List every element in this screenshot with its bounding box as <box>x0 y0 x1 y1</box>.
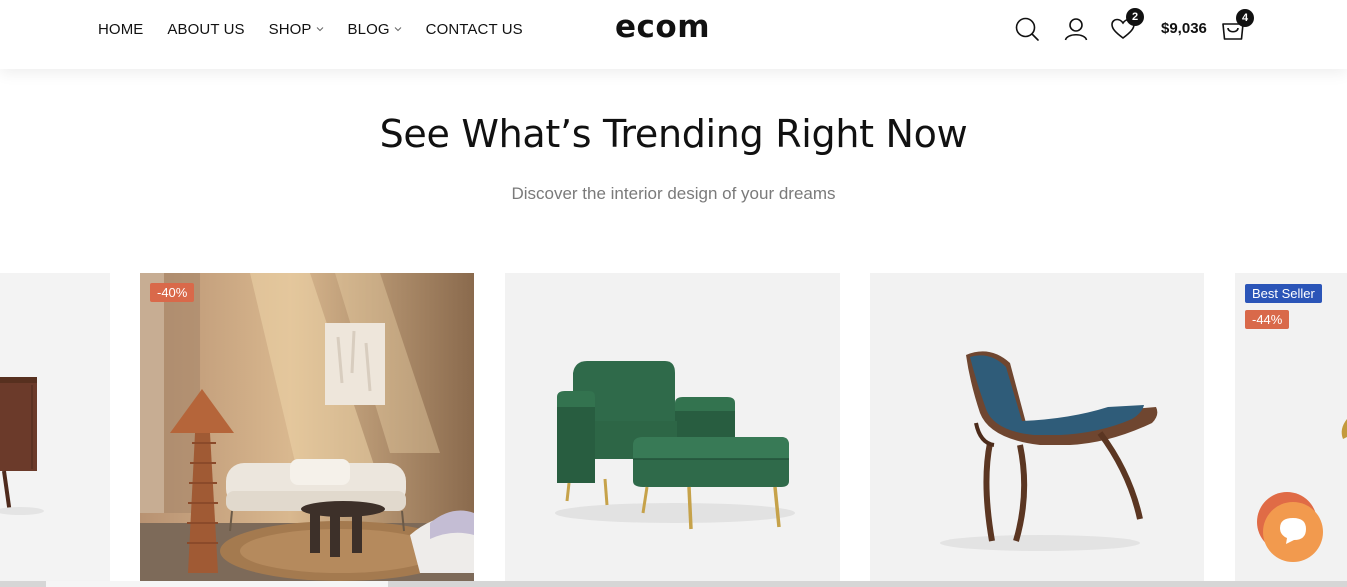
nav-home-label: HOME <box>98 20 144 38</box>
carousel-scrollbar-thumb[interactable] <box>46 581 388 587</box>
chevron-down-icon <box>316 27 323 32</box>
section-title: See What’s Trending Right Now <box>379 112 968 156</box>
cart-count-badge: 4 <box>1236 9 1254 27</box>
best-seller-badge: Best Seller <box>1245 284 1322 303</box>
main-nav: HOME ABOUT US SHOP BLOG CONTACT US <box>98 0 547 58</box>
nav-contact-label: CONTACT US <box>425 20 523 38</box>
nav-blog[interactable]: BLOG <box>348 21 402 38</box>
product-card[interactable] <box>505 273 840 587</box>
nav-shop-label: SHOP <box>268 20 312 38</box>
discount-badge: -40% <box>150 283 195 302</box>
wishlist-count-badge: 2 <box>1126 8 1144 26</box>
nav-home[interactable]: HOME <box>98 21 143 38</box>
product-image <box>505 273 840 587</box>
chat-icon[interactable] <box>1256 492 1324 564</box>
chevron-down-icon <box>394 27 401 32</box>
nav-about[interactable]: ABOUT US <box>167 21 244 38</box>
cart-total[interactable]: $9,036 <box>1161 20 1207 37</box>
product-image <box>870 273 1204 587</box>
product-card[interactable]: -40% <box>140 273 474 587</box>
product-image <box>140 273 474 587</box>
site-header: HOME ABOUT US SHOP BLOG CONTACT US ecom … <box>0 0 1347 69</box>
product-card[interactable] <box>870 273 1204 587</box>
nav-about-label: ABOUT US <box>167 20 245 38</box>
product-image <box>0 273 110 587</box>
search-icon[interactable] <box>1014 16 1040 42</box>
nav-contact[interactable]: CONTACT US <box>426 21 523 38</box>
carousel-scrollbar[interactable] <box>0 581 1347 587</box>
nav-shop[interactable]: SHOP <box>269 21 324 38</box>
user-icon[interactable] <box>1063 16 1089 42</box>
product-card[interactable] <box>0 273 110 587</box>
section-subtitle: Discover the interior design of your dre… <box>511 184 836 203</box>
nav-blog-label: BLOG <box>347 20 390 38</box>
site-logo[interactable]: ecom <box>615 9 710 45</box>
discount-badge: -44% <box>1245 310 1290 329</box>
